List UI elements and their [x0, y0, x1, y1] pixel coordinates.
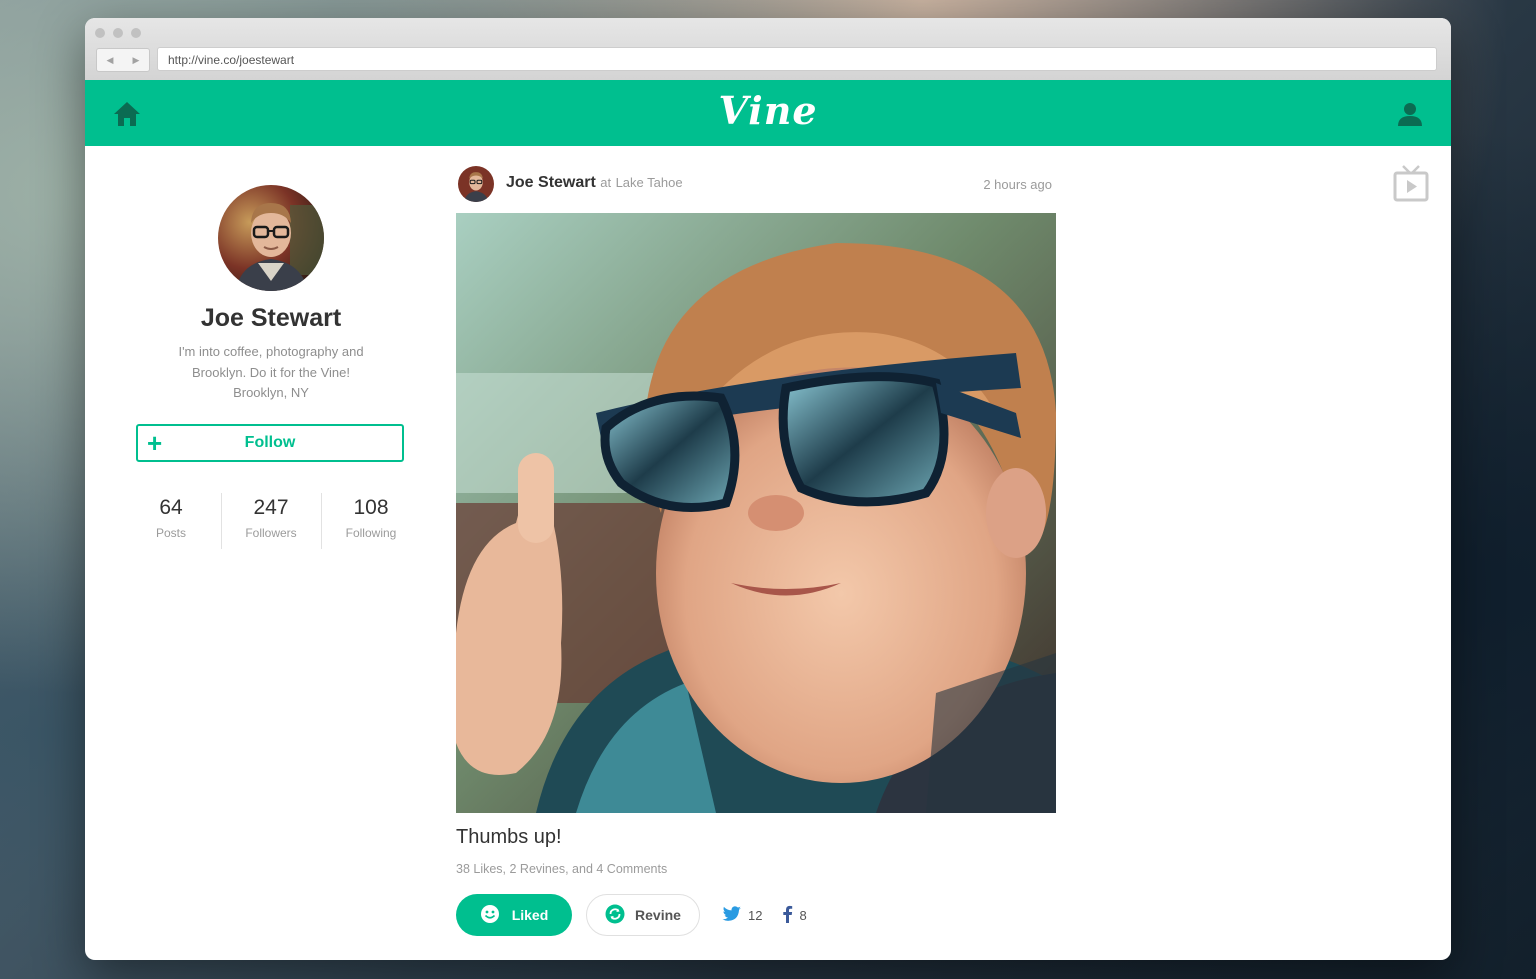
tv-icon[interactable]	[1393, 164, 1429, 207]
window-minimize-dot[interactable]	[113, 28, 123, 38]
revine-button[interactable]: Revine	[586, 894, 700, 936]
post-author-avatar[interactable]	[458, 166, 494, 202]
window-maximize-dot[interactable]	[131, 28, 141, 38]
stat-label: Following	[345, 526, 397, 540]
revine-label: Revine	[635, 907, 681, 923]
profile-stats: 64 Posts 247 Followers 108 Following	[121, 490, 421, 552]
back-button[interactable]: ◀	[107, 55, 114, 66]
plus-icon: +	[147, 428, 163, 458]
app-header: Vine	[85, 80, 1451, 146]
revine-icon	[605, 904, 625, 927]
follow-label: Follow	[244, 434, 296, 451]
forward-button[interactable]: ▶	[133, 55, 140, 66]
browser-chrome: ◀ ▶ http://vine.co/joestewart	[85, 18, 1451, 81]
address-bar[interactable]: http://vine.co/joestewart	[157, 47, 1437, 71]
stat-value: 108	[353, 496, 389, 519]
stat-following[interactable]: 108 Following	[321, 490, 421, 552]
bio-line: I'm into coffee, photography and	[178, 344, 364, 359]
post-engagement-summary[interactable]: 38 Likes, 2 Revines, and 4 Comments	[456, 862, 667, 876]
follow-button[interactable]: + Follow	[136, 424, 404, 462]
smiley-icon	[480, 904, 500, 927]
liked-button[interactable]: Liked	[456, 894, 572, 936]
post-author-name[interactable]: Joe Stewart	[506, 174, 596, 191]
post-location[interactable]: Lake Tahoe	[616, 175, 683, 190]
facebook-share[interactable]: 8	[782, 905, 807, 926]
facebook-count: 8	[799, 907, 807, 923]
stat-value: 247	[253, 496, 289, 519]
post-header: Joe Stewart at Lake Tahoe	[506, 174, 683, 192]
post-timestamp: 2 hours ago	[983, 177, 1052, 192]
twitter-share[interactable]: 12	[722, 905, 763, 925]
stat-value: 64	[159, 496, 183, 519]
nav-buttons: ◀ ▶	[96, 48, 150, 72]
profile-bio: I'm into coffee, photography and Brookly…	[145, 342, 397, 404]
profile-name: Joe Stewart	[200, 304, 342, 332]
liked-label: Liked	[511, 907, 549, 923]
vine-logo[interactable]: Vine	[85, 88, 1451, 133]
twitter-count: 12	[748, 907, 763, 923]
window-close-dot[interactable]	[95, 28, 105, 38]
stat-posts[interactable]: 64 Posts	[121, 490, 221, 552]
bio-location: Brooklyn, NY	[233, 385, 309, 400]
post-actions: Liked Revine 12 8	[456, 894, 807, 936]
twitter-icon	[722, 905, 742, 925]
profile-avatar[interactable]	[218, 185, 324, 291]
stat-label: Posts	[155, 526, 186, 540]
stat-label: Followers	[245, 526, 297, 540]
post-caption: Thumbs up!	[456, 826, 562, 848]
facebook-icon	[782, 905, 793, 926]
post-video[interactable]	[456, 213, 1056, 813]
stat-followers[interactable]: 247 Followers	[221, 490, 321, 552]
location-prefix: at	[600, 175, 612, 190]
user-icon[interactable]	[1397, 101, 1423, 132]
browser-window: ◀ ▶ http://vine.co/joestewart Vine Joe S…	[85, 18, 1451, 960]
bio-line: Brooklyn. Do it for the Vine!	[191, 364, 350, 380]
